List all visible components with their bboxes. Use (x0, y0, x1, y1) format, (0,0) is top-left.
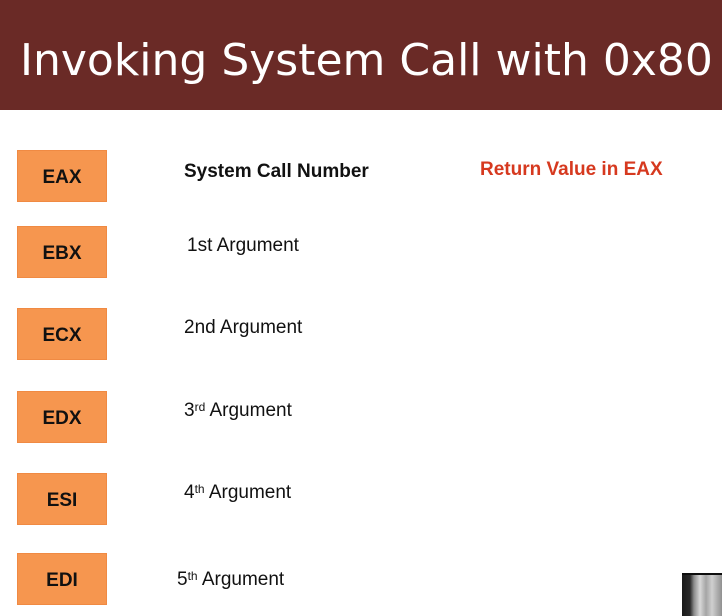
return-value-note: Return Value in EAX (480, 159, 663, 180)
register-desc-esi-ordinal: th (194, 482, 205, 496)
register-desc-esi-num: 4 (184, 482, 195, 503)
register-box-ebx: EBX (17, 226, 107, 278)
register-box-esi: ESI (17, 473, 107, 525)
register-box-edx: EDX (17, 391, 107, 443)
register-desc-edi: 5th Argument (177, 568, 284, 592)
register-desc-ecx: 2nd Argument (184, 316, 302, 340)
register-desc-ebx-text: 1st Argument (187, 235, 299, 256)
register-desc-edx-tail: Argument (205, 400, 292, 421)
register-desc-edi-ordinal: th (187, 569, 198, 583)
register-desc-esi-tail: Argument (204, 482, 292, 503)
slide: Invoking System Call with 0x80 EAX Syste… (0, 0, 722, 616)
register-desc-edx-ordinal: rd (194, 400, 206, 414)
register-desc-eax: System Call Number (184, 160, 369, 184)
register-desc-ebx: 1st Argument (187, 234, 299, 258)
presenter-video-thumbnail (682, 573, 722, 616)
register-box-edi: EDI (17, 553, 107, 605)
register-desc-esi: 4th Argument (184, 481, 291, 505)
register-desc-edx: 3rd Argument (184, 399, 292, 423)
register-desc-edi-tail: Argument (197, 569, 285, 590)
register-desc-edi-num: 5 (177, 569, 188, 590)
register-desc-edx-num: 3 (184, 400, 195, 421)
register-desc-eax-text: System Call Number (184, 161, 369, 182)
register-box-ecx: ECX (17, 308, 107, 360)
register-desc-ecx-text: 2nd Argument (184, 317, 303, 338)
slide-title: Invoking System Call with 0x80 (20, 35, 713, 86)
title-bar: Invoking System Call with 0x80 (0, 0, 722, 110)
register-box-eax: EAX (17, 150, 107, 202)
